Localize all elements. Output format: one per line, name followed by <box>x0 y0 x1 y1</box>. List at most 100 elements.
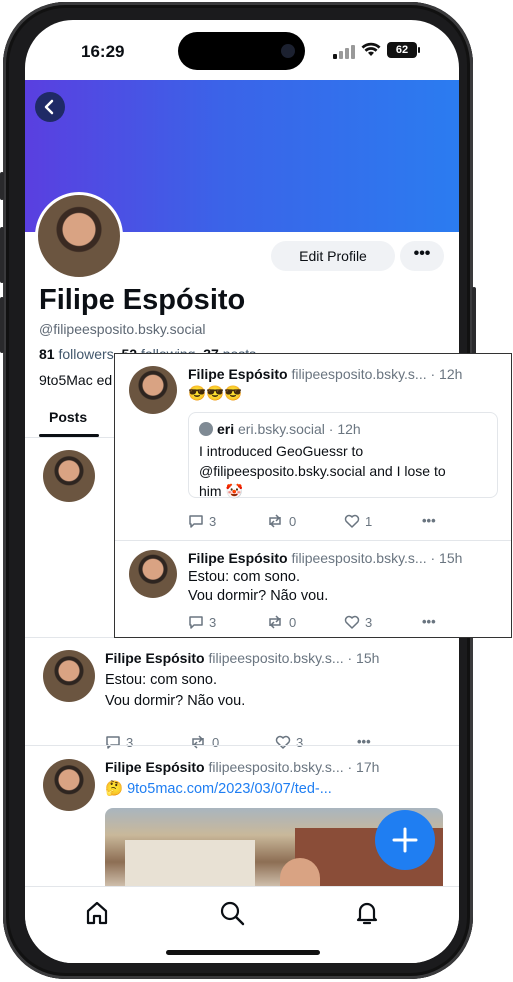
post-text-line: Estou: com sono. <box>105 672 218 688</box>
repost-button[interactable]: 0 <box>189 734 219 750</box>
quote-line: @filipeesposito.bsky.social and I lose t… <box>199 463 446 479</box>
post-header: Filipe Espósito filipeesposito.bsky.s...… <box>105 759 379 775</box>
followers-label[interactable]: followers <box>58 346 113 362</box>
plus-icon <box>392 827 418 853</box>
home-icon <box>86 901 108 925</box>
post-header: Filipe Espósito filipeesposito.bsky.s...… <box>105 650 379 666</box>
post-text: 😎😎😎 <box>188 386 243 402</box>
quote-text: I introduced GeoGuessr to @filipeesposit… <box>199 441 446 501</box>
profile-avatar[interactable] <box>35 192 123 280</box>
post-avatar[interactable] <box>129 366 177 414</box>
back-button[interactable] <box>35 92 65 122</box>
volume-up-button <box>0 227 4 283</box>
post-more-button[interactable]: ••• <box>422 614 436 629</box>
dynamic-island <box>178 32 305 70</box>
ellipsis-icon: ••• <box>422 614 436 629</box>
reply-button[interactable]: 3 <box>188 513 216 529</box>
speech-bubble-icon <box>189 616 203 629</box>
like-button[interactable]: 3 <box>344 614 372 630</box>
search-icon <box>220 901 245 926</box>
reply-button[interactable]: 3 <box>105 734 133 750</box>
post-author[interactable]: Filipe Espósito <box>105 650 205 666</box>
quote-time: · 12h <box>328 421 361 437</box>
repost-icon <box>269 615 281 629</box>
ellipsis-icon: ••• <box>357 734 371 749</box>
repost-button[interactable]: 0 <box>266 614 296 630</box>
repost-count: 0 <box>289 614 297 630</box>
post-avatar[interactable] <box>43 759 95 811</box>
battery-tip <box>418 47 420 53</box>
post-text: Estou: com sono. Vou dormir? Não vou. <box>188 568 328 606</box>
post-text-line: Estou: com sono. <box>188 569 301 585</box>
post-avatar[interactable] <box>43 650 95 702</box>
heart-icon <box>344 514 360 528</box>
zoom-callout: Filipe Espósito filipeesposito.bsky.s...… <box>114 353 512 638</box>
reply-button[interactable]: 3 <box>188 614 216 630</box>
post-time: · 12h <box>430 366 463 382</box>
profile-handle: @filipeesposito.bsky.social <box>39 321 206 337</box>
like-button[interactable]: 3 <box>275 734 303 750</box>
status-time: 16:29 <box>81 42 125 61</box>
post-header: Filipe Espósito filipeesposito.bsky.s...… <box>188 550 462 566</box>
post-time: · 15h <box>347 650 380 666</box>
wifi-icon <box>361 42 381 58</box>
post-link[interactable]: 9to5mac.com/2023/03/07/ted-... <box>127 781 332 797</box>
post-time: · 15h <box>430 550 463 566</box>
camera-icon <box>281 44 295 58</box>
quote-line: him 🤡 <box>199 483 243 499</box>
nav-home[interactable] <box>83 899 111 927</box>
followers-count[interactable]: 81 <box>39 346 55 362</box>
post-handle[interactable]: filipeesposito.bsky.s... <box>291 366 426 382</box>
post-author[interactable]: Filipe Espósito <box>105 759 205 775</box>
compose-button[interactable] <box>375 810 435 870</box>
tab-posts[interactable]: Posts <box>49 409 87 425</box>
ellipsis-icon: ••• <box>422 513 436 528</box>
post-text: 🤔 9to5mac.com/2023/03/07/ted-... <box>105 779 332 800</box>
heart-icon <box>344 615 360 629</box>
mute-switch <box>0 172 4 200</box>
post-more-button[interactable]: ••• <box>357 734 371 749</box>
edit-profile-button[interactable]: Edit Profile <box>271 241 395 271</box>
post-text-line: Vou dormir? Não vou. <box>105 693 246 709</box>
heart-icon <box>275 735 291 749</box>
post-more-button[interactable]: ••• <box>422 513 436 528</box>
signal-icon <box>333 45 355 59</box>
home-indicator <box>166 950 320 955</box>
post-handle[interactable]: filipeesposito.bsky.s... <box>208 759 343 775</box>
profile-name: Filipe Espósito <box>39 284 246 316</box>
quote-author[interactable]: eri <box>217 421 234 437</box>
reply-count: 3 <box>126 734 134 750</box>
nav-search[interactable] <box>218 899 246 927</box>
quote-header: eri eri.bsky.social · 12h <box>199 421 361 437</box>
post-handle[interactable]: filipeesposito.bsky.s... <box>208 650 343 666</box>
repost-count: 0 <box>212 734 220 750</box>
post-author[interactable]: Filipe Espósito <box>188 550 288 566</box>
post-avatar[interactable] <box>43 450 95 502</box>
quote-line: I introduced GeoGuessr to <box>199 443 364 459</box>
repost-icon <box>269 514 281 528</box>
post-text: Estou: com sono. Vou dormir? Não vou. <box>105 670 245 712</box>
repost-icon <box>192 735 204 749</box>
post-text-line: Vou dormir? Não vou. <box>188 588 329 604</box>
speech-bubble-icon <box>189 515 203 528</box>
like-button[interactable]: 1 <box>344 513 372 529</box>
post-divider <box>25 745 459 746</box>
repost-count: 0 <box>289 513 297 529</box>
quote-avatar <box>199 422 213 436</box>
speech-bubble-icon <box>106 736 120 749</box>
quote-handle[interactable]: eri.bsky.social <box>238 421 325 437</box>
profile-more-button[interactable]: ••• <box>400 241 444 271</box>
post-header: Filipe Espósito filipeesposito.bsky.s...… <box>188 366 462 382</box>
post-author[interactable]: Filipe Espósito <box>188 366 288 382</box>
post-avatar[interactable] <box>129 550 177 598</box>
post-handle[interactable]: filipeesposito.bsky.s... <box>291 550 426 566</box>
nav-notifications[interactable] <box>353 899 381 927</box>
repost-button[interactable]: 0 <box>266 513 296 529</box>
bell-icon <box>356 902 378 925</box>
like-count: 1 <box>365 513 373 529</box>
quoted-post[interactable]: eri eri.bsky.social · 12h I introduced G… <box>188 412 498 501</box>
reply-count: 3 <box>209 614 217 630</box>
like-count: 3 <box>296 734 304 750</box>
chevron-left-icon <box>44 99 54 115</box>
post-emoji: 🤔 <box>105 781 124 797</box>
